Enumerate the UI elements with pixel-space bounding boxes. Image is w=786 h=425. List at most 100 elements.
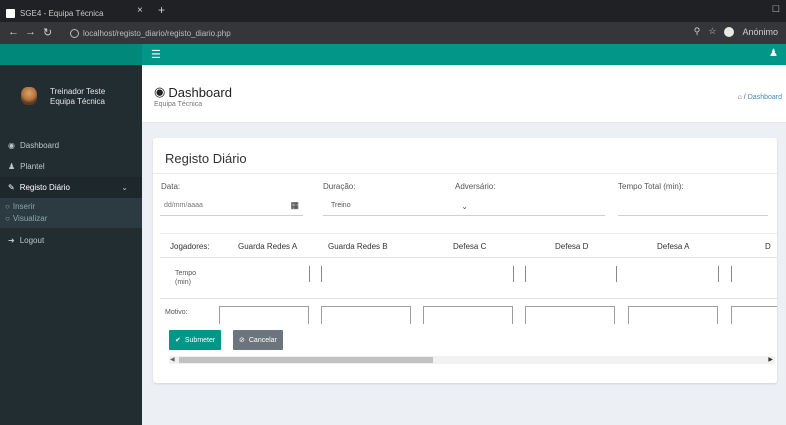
player-header: Guarda Redes A <box>238 242 298 251</box>
window-restore-icon[interactable]: ☐ <box>772 4 780 15</box>
submit-button[interactable]: ✔ Submeter <box>169 330 222 350</box>
motivo-input[interactable] <box>423 306 513 324</box>
scroll-right-icon[interactable]: ▶ <box>768 356 773 363</box>
page-title: ◉ Dashboard <box>154 84 232 100</box>
browser-tab[interactable]: SGE4 - Equipa Técnica <box>6 4 126 22</box>
players-header-row: Jogadores: Guarda Redes A Guarda Redes B… <box>160 242 777 254</box>
browser-tab-bar: SGE4 - Equipa Técnica × + ☐ <box>0 0 786 22</box>
sidebar-item-label: Dashboard <box>19 141 60 150</box>
breadcrumb-link[interactable]: Dashboard <box>748 94 782 101</box>
home-icon: ⌂ <box>737 94 742 101</box>
users-icon: ♟ <box>8 162 16 171</box>
duracao-value: Treino <box>331 202 351 209</box>
scrollbar-thumb[interactable] <box>179 357 433 363</box>
logout-icon: ➜ <box>8 236 15 245</box>
duracao-select[interactable]: Treino ⌄ <box>323 196 471 216</box>
tempo-input-edge[interactable] <box>616 266 617 282</box>
new-tab-icon[interactable]: + <box>158 3 165 17</box>
cancel-button[interactable]: ⊘ Cancelar <box>233 330 283 350</box>
profile-icon[interactable] <box>724 26 735 37</box>
sidebar-submenu: ○ Inserir ○ Visualizar <box>0 198 142 228</box>
motivo-input[interactable] <box>731 306 777 324</box>
site-info-icon <box>70 28 79 38</box>
tempo-total-input[interactable] <box>618 196 768 216</box>
tempo-input-edge[interactable] <box>525 266 526 282</box>
favicon-icon <box>6 8 15 18</box>
browser-tab-title: SGE4 - Equipa Técnica <box>20 8 104 18</box>
tempo-input-edge[interactable] <box>321 266 322 282</box>
data-label: Data: <box>161 182 181 191</box>
form-card: Registo Diário Data: dd/mm/aaaa ▦ Duraçã… <box>153 138 777 383</box>
browser-address-bar: ← → ↻ localhost/registo_diario/registo_d… <box>0 22 786 44</box>
date-input[interactable]: dd/mm/aaaa ▦ <box>160 196 303 216</box>
sidebar-item-logout[interactable]: ➜ Logout <box>0 230 142 251</box>
tempo-input-edge[interactable] <box>718 266 719 282</box>
tempo-input-edge[interactable] <box>309 266 310 282</box>
app-header: ☰ ♟ <box>0 44 786 65</box>
sidebar-subitem-visualizar[interactable]: ○ Visualizar <box>0 212 142 224</box>
motivo-input[interactable] <box>628 306 718 324</box>
tempo-total-label: Tempo Total (min): <box>618 182 684 191</box>
cancel-label: Cancelar <box>248 336 277 344</box>
browser-actions: ⚲ ☆ Anónimo <box>694 26 778 37</box>
card-title: Registo Diário <box>165 151 247 166</box>
sidebar: Treinador Teste Equipa Técnica ◉ Dashboa… <box>0 65 142 425</box>
sidebar-item-registo-diario[interactable]: ✎ Registo Diário ⌄ <box>0 177 142 198</box>
sidebar-item-label: Logout <box>19 236 45 245</box>
duracao-label: Duração: <box>323 182 356 191</box>
content-header: ◉ Dashboard Equipa Técnica ⌂ / Dashboard <box>142 65 786 123</box>
breadcrumb: ⌂ / Dashboard <box>737 94 782 101</box>
edit-icon: ✎ <box>8 183 15 192</box>
player-header: D <box>765 242 771 251</box>
avatar <box>21 87 37 105</box>
cancel-icon: ⊘ <box>239 337 245 344</box>
motivo-input[interactable] <box>525 306 615 324</box>
circle-icon: ○ <box>5 213 10 223</box>
players-label: Jogadores: <box>170 242 210 251</box>
player-header: Defesa A <box>657 242 690 251</box>
logo-block[interactable] <box>0 44 142 65</box>
circle-icon: ○ <box>5 201 10 211</box>
user-panel: Treinador Teste Equipa Técnica <box>0 75 142 119</box>
divider <box>160 233 777 234</box>
sidebar-item-label: Registo Diário <box>19 183 70 192</box>
tab-close-icon[interactable]: × <box>137 5 143 16</box>
profile-label[interactable]: Anónimo <box>742 27 778 37</box>
back-icon[interactable]: ← <box>8 26 19 38</box>
sidebar-subitem-label: Visualizar <box>12 213 48 223</box>
check-icon: ✔ <box>175 337 181 344</box>
tempo-input-edge[interactable] <box>731 266 732 282</box>
player-header: Guarda Redes B <box>328 242 388 251</box>
forward-icon[interactable]: → <box>25 26 36 38</box>
zoom-icon[interactable]: ⚲ <box>694 26 701 37</box>
motivo-input[interactable] <box>321 306 411 324</box>
bookmark-star-icon[interactable]: ☆ <box>708 26 716 37</box>
page-subtitle: Equipa Técnica <box>154 101 203 108</box>
dashboard-icon: ◉ <box>154 84 166 99</box>
submit-label: Submeter <box>184 336 216 344</box>
motivo-label: Motivo: <box>165 309 188 316</box>
sidebar-item-plantel[interactable]: ♟ Plantel <box>0 156 142 177</box>
divider <box>160 257 777 258</box>
sidebar-subitem-label: Inserir <box>12 201 36 211</box>
date-placeholder: dd/mm/aaaa <box>164 202 203 209</box>
sidebar-menu: ◉ Dashboard ♟ Plantel ✎ Registo Diário ⌄… <box>0 135 142 251</box>
tempo-label: Tempo (min) <box>175 270 197 286</box>
scroll-left-icon[interactable]: ◀ <box>170 356 175 363</box>
url-field[interactable]: localhost/registo_diario/registo_diario.… <box>70 25 670 41</box>
motivo-input[interactable] <box>219 306 309 324</box>
divider <box>160 298 777 299</box>
adversario-input[interactable] <box>455 196 605 216</box>
hamburger-icon[interactable]: ☰ <box>151 48 161 61</box>
sidebar-subitem-inserir[interactable]: ○ Inserir <box>0 200 142 212</box>
reload-icon[interactable]: ↻ <box>43 26 52 39</box>
sidebar-item-label: Plantel <box>20 162 45 171</box>
user-icon[interactable]: ♟ <box>769 48 778 59</box>
page-title-text: Dashboard <box>168 84 232 100</box>
player-header: Defesa D <box>555 242 589 251</box>
calendar-icon[interactable]: ▦ <box>290 200 299 211</box>
horizontal-scrollbar[interactable]: ◀ ▶ <box>169 356 775 364</box>
tempo-input-edge[interactable] <box>513 266 514 282</box>
adversario-label: Adversário: <box>455 182 496 191</box>
sidebar-item-dashboard[interactable]: ◉ Dashboard <box>0 135 142 156</box>
